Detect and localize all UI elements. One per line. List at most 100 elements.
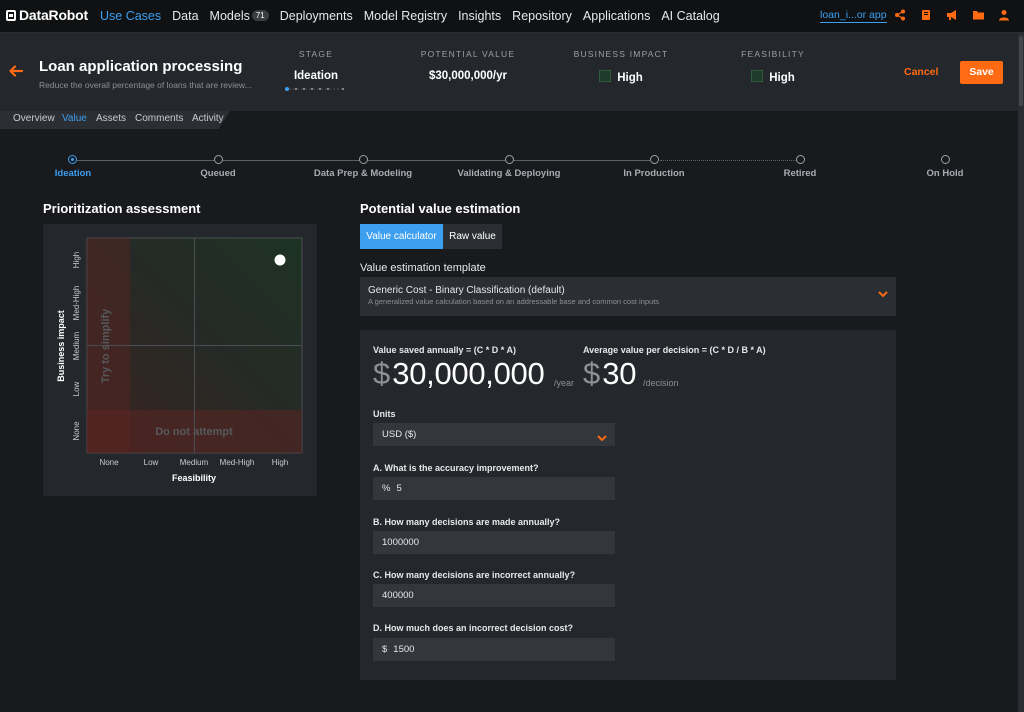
annual-unit: /year	[554, 378, 575, 388]
x-axis-label: Feasibility	[172, 473, 216, 483]
tab-activity[interactable]: Activity	[192, 113, 224, 124]
stage-value: Ideation	[293, 70, 339, 82]
stage-label-validating[interactable]: Validating & Deploying	[449, 168, 569, 179]
stage-label-in-production[interactable]: In Production	[594, 168, 714, 179]
nav-models[interactable]: Models 71	[210, 9, 269, 23]
stage-dot-in-production[interactable]	[650, 155, 659, 164]
tab-overview[interactable]: Overview	[13, 113, 55, 124]
use-case-description: Reduce the overall percentage of loans t…	[39, 80, 252, 90]
prioritization-matrix[interactable]: Try to simplify Do not attempt High Med-…	[43, 224, 317, 496]
nav-applications[interactable]: Applications	[583, 9, 650, 23]
project-link[interactable]: loan_i...or app	[820, 9, 887, 23]
percent-prefix: %	[382, 483, 391, 494]
per-decision-display: $30	[583, 356, 636, 392]
nav-deployments[interactable]: Deployments	[280, 9, 353, 23]
business-impact-value: High	[617, 72, 643, 84]
nav-models-label: Models	[209, 9, 250, 23]
incorrect-decisions-input[interactable]: 400000	[373, 584, 615, 607]
y-tick-high: High	[72, 252, 81, 268]
nav-insights[interactable]: Insights	[458, 9, 501, 23]
question-d-label: D. How much does an incorrect decision c…	[373, 623, 574, 633]
back-arrow-icon[interactable]	[9, 62, 24, 82]
stage-label-queued[interactable]: Queued	[158, 168, 278, 179]
annual-decisions-input[interactable]: 1000000	[373, 531, 615, 554]
y-tick-medium: Medium	[72, 331, 81, 360]
stage-summary: STAGE Ideation	[266, 49, 366, 82]
top-icon-bar	[893, 9, 1011, 23]
prioritization-title: Prioritization assessment	[43, 201, 201, 216]
raw-value-tab[interactable]: Raw value	[443, 224, 502, 249]
nav-model-registry[interactable]: Model Registry	[364, 9, 447, 23]
incorrect-cost-input[interactable]: $1500	[373, 638, 615, 661]
per-decision-currency: $	[583, 356, 601, 391]
stage-label-retired[interactable]: Retired	[740, 168, 860, 179]
x-tick-medium: Medium	[180, 458, 209, 467]
use-case-point	[274, 254, 286, 266]
use-case-title[interactable]: Loan application processing	[39, 58, 242, 75]
accuracy-improvement-value: 5	[396, 483, 402, 494]
question-a-label: A. What is the accuracy improvement?	[373, 463, 539, 473]
models-count-badge: 71	[251, 10, 269, 21]
units-chevron-down-icon[interactable]	[597, 431, 607, 445]
value-calculator-tab[interactable]: Value calculator	[360, 224, 443, 249]
megaphone-icon[interactable]	[945, 9, 959, 23]
x-tick-high: High	[272, 458, 288, 467]
potential-value-heading: POTENTIAL VALUE	[420, 49, 516, 59]
main-nav: Use Cases Data Models 71 Deployments Mode…	[100, 9, 731, 23]
annual-decisions-value: 1000000	[382, 537, 419, 548]
dollar-prefix: $	[382, 644, 388, 655]
stage-label-ideation[interactable]: Ideation	[13, 168, 133, 179]
x-tick-low: Low	[144, 458, 159, 467]
datarobot-logo[interactable]: DataRobot	[6, 7, 88, 23]
tab-assets[interactable]: Assets	[96, 113, 126, 124]
scrollbar[interactable]	[1018, 33, 1024, 712]
template-name: Generic Cost - Binary Classification (de…	[368, 285, 565, 296]
stage-dot-on-hold[interactable]	[941, 155, 950, 164]
incorrect-cost-value: 1500	[393, 644, 415, 655]
user-icon[interactable]	[997, 9, 1011, 23]
x-tick-none: None	[99, 458, 119, 467]
region-label-not-attempt: Do not attempt	[155, 426, 233, 438]
stage-dot-retired[interactable]	[796, 155, 805, 164]
value-estimation-title: Potential value estimation	[360, 201, 521, 216]
scrollbar-thumb[interactable]	[1019, 36, 1023, 106]
y-axis-label: Business impact	[56, 310, 66, 382]
save-button[interactable]: Save	[960, 61, 1003, 84]
nav-ai-catalog[interactable]: AI Catalog	[661, 9, 719, 23]
cancel-button[interactable]: Cancel	[904, 66, 938, 78]
notebook-icon[interactable]	[919, 9, 933, 23]
template-chevron-down-icon[interactable]	[878, 289, 888, 301]
potential-value-summary: POTENTIAL VALUE $30,000,000/yr	[413, 49, 523, 82]
x-tick-med-high: Med-High	[220, 458, 255, 467]
units-label: Units	[373, 409, 396, 419]
stage-dot-queued[interactable]	[214, 155, 223, 164]
business-impact-heading: BUSINESS IMPACT	[573, 49, 669, 59]
annual-value: 30,000,000	[392, 356, 545, 391]
folder-icon[interactable]	[971, 9, 985, 23]
nav-data[interactable]: Data	[172, 9, 198, 23]
stage-heading: STAGE	[298, 49, 334, 59]
stage-label-data-prep[interactable]: Data Prep & Modeling	[303, 168, 423, 179]
stage-dot-ideation[interactable]	[68, 155, 77, 164]
feasibility-summary: FEASIBILITY High	[718, 49, 828, 84]
template-description: A generalized value calculation based on…	[368, 297, 660, 306]
y-tick-none: None	[72, 421, 81, 441]
units-select[interactable]: USD ($)	[373, 423, 615, 446]
stage-dot-data-prep[interactable]	[359, 155, 368, 164]
accuracy-improvement-input[interactable]: % 5	[373, 477, 615, 500]
nav-use-cases[interactable]: Use Cases	[100, 9, 161, 23]
units-value: USD ($)	[382, 429, 417, 440]
annual-currency: $	[373, 356, 391, 391]
share-icon[interactable]	[893, 9, 907, 23]
stage-label-on-hold[interactable]: On Hold	[885, 168, 1005, 179]
question-b-label: B. How many decisions are made annually?	[373, 517, 561, 527]
tab-comments[interactable]: Comments	[135, 113, 183, 124]
business-impact-summary: BUSINESS IMPACT High	[566, 49, 676, 84]
tab-value[interactable]: Value	[62, 113, 87, 124]
nav-repository[interactable]: Repository	[512, 9, 572, 23]
potential-value-value: $30,000,000/yr	[428, 70, 508, 82]
template-label: Value estimation template	[360, 262, 486, 274]
feasibility-indicator-icon	[751, 70, 764, 82]
stage-dot-validating[interactable]	[505, 155, 514, 164]
stage-track-line-retired	[660, 160, 796, 161]
